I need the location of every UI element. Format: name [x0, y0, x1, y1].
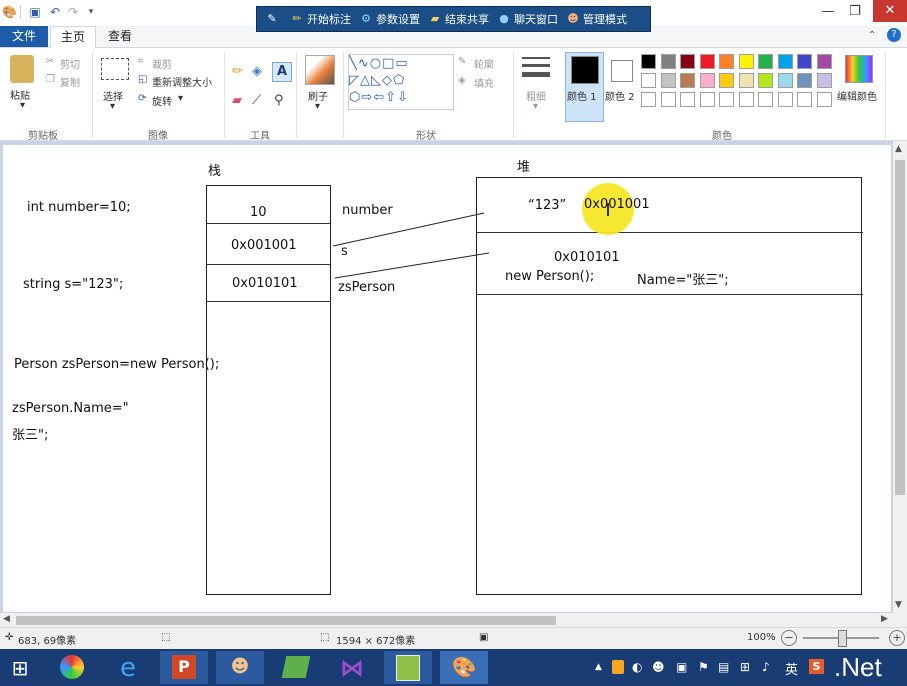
- tray-flag-icon[interactable]: ⚑: [698, 660, 709, 674]
- folder-icon: ▰: [430, 12, 440, 25]
- editor-icon: [396, 655, 420, 681]
- screen-share-toolbar: ✎ ✏ 开始标注 ⚙ 参数设置 ▰ 结束共享 ● 聊天窗口 ☻ 管理模式: [256, 6, 651, 32]
- tray-network-icon[interactable]: ⊞: [740, 660, 750, 674]
- tray-media-icon[interactable]: ▣: [676, 660, 687, 674]
- tray-monitor-icon[interactable]: ▤: [718, 660, 729, 674]
- overlay-settings[interactable]: ⚙ 参数设置: [360, 11, 420, 27]
- heap-string-address: 0x001001: [584, 197, 650, 212]
- scroll-up-icon[interactable]: ▲: [895, 144, 902, 154]
- tray-expand-icon[interactable]: ▲: [595, 662, 602, 672]
- text-cursor-icon: [607, 203, 609, 216]
- settings-icon: ⚙: [361, 12, 371, 25]
- taskbar-app-chat[interactable]: [272, 651, 320, 684]
- zoom-out-icon[interactable]: −: [781, 630, 797, 646]
- tray-people-icon[interactable]: ☻: [652, 660, 665, 674]
- overlay-start-annotate[interactable]: ✏ 开始标注: [291, 11, 351, 27]
- dotnet-watermark: .Net: [834, 652, 882, 682]
- pen-icon: ✏: [292, 12, 302, 25]
- people-icon: ☻: [230, 656, 250, 677]
- pin-icon: ✎: [267, 12, 277, 25]
- pointer-lines: [332, 212, 490, 279]
- scroll-left-icon[interactable]: ◀: [3, 614, 10, 624]
- chat-icon: ●: [499, 12, 509, 25]
- ie-icon: e: [120, 653, 136, 683]
- taskbar-app-editor[interactable]: [384, 651, 432, 684]
- tray-shield-icon[interactable]: [612, 660, 624, 674]
- tray-volume-icon[interactable]: ♪: [762, 660, 770, 674]
- vertical-scroll-thumb[interactable]: [895, 160, 905, 495]
- taskbar-app-ie[interactable]: e: [104, 651, 152, 684]
- overlay-chat[interactable]: ● 聊天窗口: [498, 11, 558, 27]
- taskbar-app-powerpoint[interactable]: P: [160, 651, 208, 684]
- heap-object-name: Name="张三";: [637, 273, 729, 288]
- pinwheel-icon: [60, 655, 84, 679]
- cursor-position-icon: ✛: [5, 632, 14, 643]
- user-icon: ☻: [567, 12, 579, 25]
- overlay-end-share[interactable]: ▰ 结束共享: [429, 11, 489, 27]
- heap-string-value: “123”: [528, 198, 567, 213]
- file-size-icon: ▣: [479, 632, 489, 643]
- scroll-right-icon[interactable]: ▶: [881, 614, 888, 624]
- tray-ime-icon[interactable]: S: [809, 659, 824, 674]
- heap-object-address: 0x010101: [554, 250, 620, 265]
- taskbar-app-meeting[interactable]: ☻: [216, 651, 264, 684]
- image-size: 1594 × 672像素: [336, 636, 416, 647]
- heap-object-new: new Person();: [505, 269, 595, 284]
- start-button[interactable]: ⊞: [8, 656, 32, 680]
- tray-app-icon[interactable]: ◐: [632, 660, 642, 674]
- cursor-position: 683, 69像素: [18, 636, 77, 647]
- powerpoint-icon: P: [172, 655, 196, 679]
- zoom-slider-thumb[interactable]: [838, 630, 847, 647]
- selection-size-icon: ⬚: [161, 632, 171, 643]
- overlay-admin[interactable]: ☻ 管理模式: [567, 11, 627, 27]
- zoom-level: 100%: [747, 632, 776, 643]
- overlay-pin[interactable]: ✎: [266, 13, 282, 25]
- chat-bubble-icon: [281, 656, 311, 678]
- pointer-line-zsperson: [334, 252, 490, 279]
- taskbar-app-pinwheel[interactable]: [48, 651, 96, 684]
- visual-studio-icon: ⋈: [340, 654, 364, 682]
- paint-icon: 🎨: [451, 655, 477, 679]
- taskbar-app-visual-studio[interactable]: ⋈: [328, 651, 376, 684]
- pointer-line-s: [332, 212, 485, 247]
- scroll-down-icon[interactable]: ▼: [895, 600, 902, 610]
- image-size-icon: ⬚: [320, 632, 330, 643]
- taskbar-app-paint[interactable]: 🎨: [440, 651, 488, 684]
- tray-language[interactable]: 英: [785, 659, 798, 678]
- horizontal-scroll-thumb[interactable]: [16, 616, 556, 625]
- zoom-in-icon[interactable]: +: [889, 630, 905, 646]
